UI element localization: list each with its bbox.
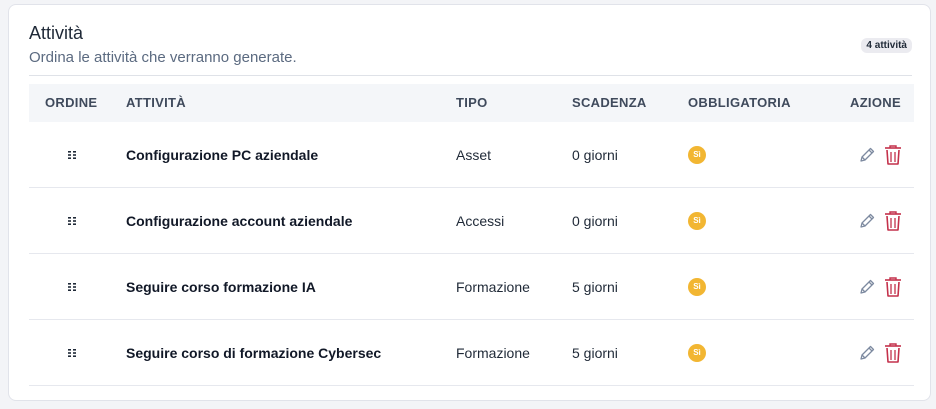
trash-icon — [885, 343, 901, 363]
required-cell: Sì — [688, 254, 706, 320]
column-header-action: AZIONE — [850, 95, 901, 110]
card-subtitle: Ordina le attività che verranno generate… — [29, 49, 297, 66]
activity-deadline: 5 giorni — [572, 345, 618, 361]
drag-handle[interactable] — [29, 122, 116, 188]
edit-button[interactable] — [855, 341, 879, 365]
column-header-activity: ATTIVITÀ — [126, 95, 186, 110]
required-badge: Sì — [688, 278, 706, 296]
card-title: Attività — [29, 23, 84, 43]
edit-button[interactable] — [855, 275, 879, 299]
delete-button[interactable] — [881, 275, 905, 299]
activity-name: Configurazione PC aziendale — [126, 147, 319, 163]
table-header: ORDINE ATTIVITÀ TIPO SCADENZA OBBLIGATOR… — [29, 84, 914, 122]
activity-deadline: 0 giorni — [572, 147, 618, 163]
drag-handle-icon — [67, 217, 76, 225]
card-header: Attività Ordina le attività che verranno… — [29, 5, 912, 76]
trash-icon — [885, 211, 901, 231]
activity-type: Accessi — [456, 213, 505, 229]
activities-card: Attività Ordina le attività che verranno… — [8, 4, 931, 401]
activity-name: Configurazione account aziendale — [126, 213, 353, 229]
drag-handle-icon — [67, 283, 76, 291]
column-header-type: TIPO — [456, 95, 488, 110]
pencil-icon — [860, 345, 875, 360]
required-cell: Sì — [688, 122, 706, 188]
column-header-deadline: SCADENZA — [572, 95, 647, 110]
required-badge: Sì — [688, 212, 706, 230]
table-body: Configurazione PC aziendale Asset 0 gior… — [29, 122, 914, 386]
drag-handle-icon — [67, 349, 76, 357]
actions-cell — [855, 254, 905, 320]
table-row: Configurazione PC aziendale Asset 0 gior… — [29, 122, 914, 188]
pencil-icon — [860, 279, 875, 294]
activity-deadline: 0 giorni — [572, 213, 618, 229]
activity-count-badge: 4 attività — [861, 38, 912, 53]
column-header-order: ORDINE — [45, 95, 98, 110]
activity-type: Formazione — [456, 345, 530, 361]
delete-button[interactable] — [881, 341, 905, 365]
actions-cell — [855, 320, 905, 386]
pencil-icon — [860, 213, 875, 228]
activities-table: ORDINE ATTIVITÀ TIPO SCADENZA OBBLIGATOR… — [29, 84, 914, 386]
drag-handle[interactable] — [29, 254, 116, 320]
actions-cell — [855, 122, 905, 188]
required-badge: Sì — [688, 146, 706, 164]
table-row: Seguire corso formazione IA Formazione 5… — [29, 254, 914, 320]
activity-name: Seguire corso di formazione Cybersec — [126, 345, 382, 361]
required-cell: Sì — [688, 320, 706, 386]
header-divider — [29, 75, 912, 76]
required-badge: Sì — [688, 344, 706, 362]
activity-type: Formazione — [456, 279, 530, 295]
activity-type: Asset — [456, 147, 492, 163]
trash-icon — [885, 145, 901, 165]
table-row: Configurazione account aziendale Accessi… — [29, 188, 914, 254]
delete-button[interactable] — [881, 209, 905, 233]
drag-handle[interactable] — [29, 188, 116, 254]
delete-button[interactable] — [881, 143, 905, 167]
column-header-required: OBBLIGATORIA — [688, 95, 791, 110]
trash-icon — [885, 277, 901, 297]
pencil-icon — [860, 147, 875, 162]
drag-handle[interactable] — [29, 320, 116, 386]
table-row: Seguire corso di formazione Cybersec For… — [29, 320, 914, 386]
activity-name: Seguire corso formazione IA — [126, 279, 316, 295]
required-cell: Sì — [688, 188, 706, 254]
edit-button[interactable] — [855, 143, 879, 167]
activity-deadline: 5 giorni — [572, 279, 618, 295]
edit-button[interactable] — [855, 209, 879, 233]
drag-handle-icon — [67, 151, 76, 159]
actions-cell — [855, 188, 905, 254]
